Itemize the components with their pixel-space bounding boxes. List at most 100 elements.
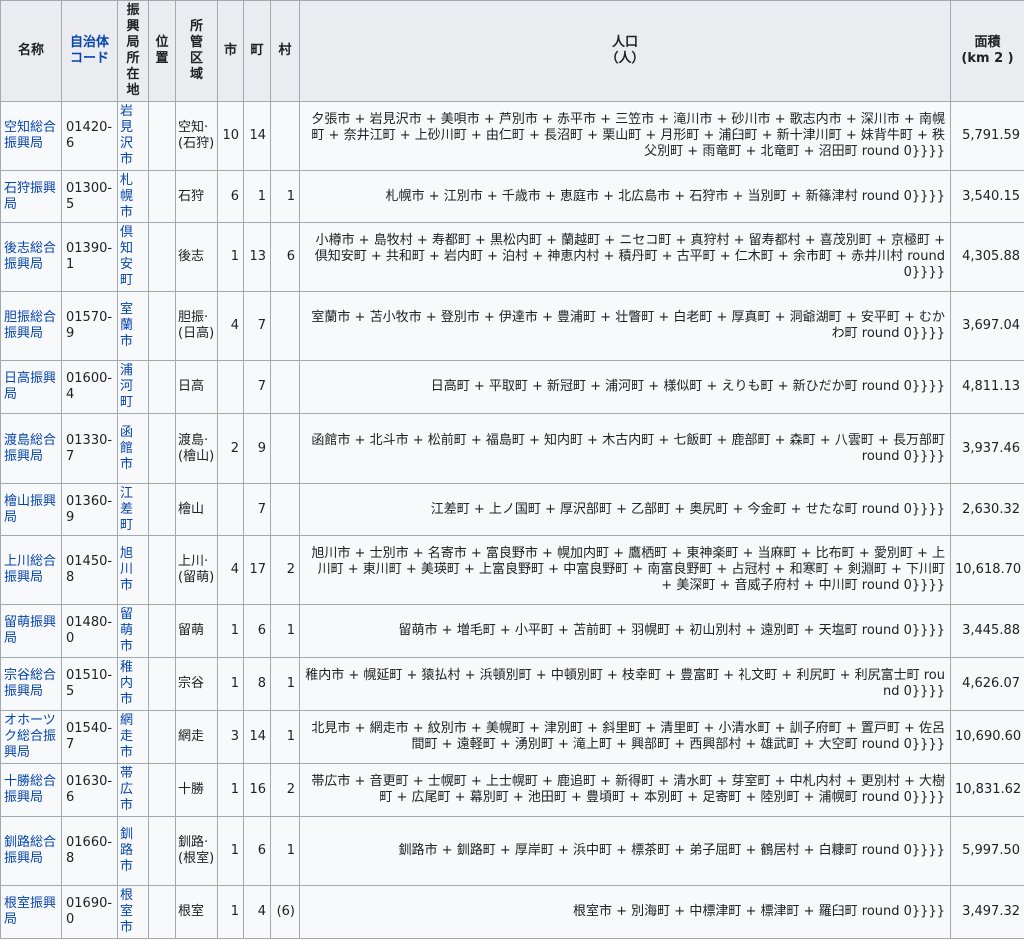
header-area[interactable]: 面積 (km 2 ): [950, 0, 1024, 102]
row-office-link[interactable]: 浦河町: [120, 363, 136, 411]
row-population: 夕張市 + 岩見沢市 + 美唄市 + 芦別市 + 赤平市 + 三笠市 + 滝川市…: [311, 112, 945, 159]
row-office-link[interactable]: 旭川市: [120, 546, 136, 594]
row-office-link[interactable]: 室蘭市: [120, 302, 136, 350]
table-row: 檜山振興局 01360-9 江差町 檜山 7 江差町 + 上ノ国町 + 厚沢部町 + 乙部…: [0, 483, 1024, 536]
row-city-count-cell: 1: [217, 816, 244, 886]
row-area: 10,690.60: [955, 729, 1022, 744]
row-name-link[interactable]: 胆振総合振興局: [4, 310, 56, 341]
row-area: 3,697.04: [962, 318, 1020, 333]
row-office-link[interactable]: 倶知安町: [120, 225, 136, 289]
row-office-cell: 岩見沢市: [117, 101, 149, 171]
row-town-count-cell: 14: [243, 710, 271, 764]
row-population: 江差町 + 上ノ国町 + 厚沢部町 + 乙部町 + 奥尻町 + 今金町 + せた…: [430, 501, 945, 517]
row-office-link[interactable]: 岩見沢市: [120, 104, 136, 168]
row-office-link[interactable]: 根室市: [120, 888, 136, 936]
row-city-count: 10: [222, 128, 239, 143]
row-region: 渡島·(檜山): [178, 432, 215, 464]
row-area-cell: 3,497.32: [950, 885, 1024, 939]
row-region-cell: 留萌: [175, 604, 218, 658]
row-name-link[interactable]: 留萌振興局: [4, 615, 56, 646]
row-village-count-cell: [270, 360, 300, 414]
row-area: 3,445.88: [962, 623, 1020, 638]
row-area: 5,997.50: [962, 843, 1020, 858]
row-city-count: 1: [230, 904, 239, 919]
row-area: 3,497.32: [962, 904, 1020, 919]
row-city-count-cell: 1: [217, 657, 244, 711]
row-name-link[interactable]: 石狩振興局: [4, 181, 56, 212]
header-code-link[interactable]: 自治体コード: [70, 35, 109, 66]
row-village-count: 1: [286, 623, 295, 638]
row-office-cell: 倶知安町: [117, 222, 149, 292]
row-region-cell: 胆振·(日高): [175, 291, 218, 361]
row-population-cell: 札幌市 + 江別市 + 千歳市 + 恵庭市 + 北広島市 + 石狩市 + 当別町…: [299, 170, 951, 223]
row-position-cell: [148, 483, 176, 536]
row-name-link[interactable]: 十勝総合振興局: [4, 774, 56, 805]
row-name-link[interactable]: 日高振興局: [4, 371, 56, 402]
row-code-cell: 01330-7: [61, 413, 118, 484]
row-population-cell: 留萌市 + 増毛町 + 小平町 + 苫前町 + 羽幌町 + 初山別村 + 遠別町…: [299, 604, 951, 658]
row-code: 01510-5: [66, 668, 113, 699]
row-office-link[interactable]: 稚内市: [120, 660, 136, 708]
header-population[interactable]: 人口 （人）: [299, 0, 951, 102]
row-code-cell: 01570-9: [61, 291, 118, 361]
row-region-cell: 網走: [175, 710, 218, 764]
row-code-cell: 01540-7: [61, 710, 118, 764]
row-code-cell: 01450-8: [61, 535, 118, 605]
row-office-link[interactable]: 江差町: [120, 486, 136, 534]
row-area: 4,305.88: [962, 249, 1020, 264]
header-name[interactable]: 名称: [0, 0, 62, 102]
row-city-count-cell: 4: [217, 291, 244, 361]
header-town[interactable]: 町: [243, 0, 271, 102]
row-town-count: 1: [257, 188, 266, 204]
header-region[interactable]: 所管区域: [175, 0, 218, 102]
row-village-count-cell: 1: [270, 604, 300, 658]
row-name-cell: 釧路総合振興局: [0, 816, 62, 886]
row-population-cell: 釧路市 + 釧路町 + 厚岸町 + 浜中町 + 標茶町 + 弟子屈町 + 鶴居村…: [299, 816, 951, 886]
row-office-link[interactable]: 帯広市: [120, 766, 136, 814]
row-town-count-cell: 16: [243, 763, 271, 817]
row-area-cell: 3,540.15: [950, 170, 1024, 223]
row-name-link[interactable]: 宗谷総合振興局: [4, 668, 56, 699]
header-village[interactable]: 村: [270, 0, 300, 102]
table-row: オホーツク総合振興局 01540-7 網走市 網走 3 14 1 北見市 + 網走市 + 紋別…: [0, 710, 1024, 764]
row-city-count-cell: [217, 483, 244, 536]
row-position-cell: [148, 170, 176, 223]
row-population-cell: 函館市 + 北斗市 + 松前町 + 福島町 + 知内町 + 木古内町 + 七飯町…: [299, 413, 951, 484]
row-code: 01450-8: [66, 554, 113, 585]
row-town-count-cell: 7: [243, 483, 271, 536]
row-population: 北見市 + 網走市 + 紋別市 + 美幌町 + 津別町 + 斜里町 + 清里町 …: [311, 721, 945, 752]
row-name-link[interactable]: 後志総合振興局: [4, 241, 56, 272]
header-office[interactable]: 振興局所在地: [117, 0, 149, 102]
row-name-link[interactable]: 釧路総合振興局: [4, 835, 56, 866]
row-population-cell: 稚内市 + 幌延町 + 猿払村 + 浜頓別町 + 中頓別町 + 枝幸町 + 豊富…: [299, 657, 951, 711]
row-town-count-cell: 6: [243, 604, 271, 658]
row-population-cell: 日高町 + 平取町 + 新冠町 + 浦河町 + 様似町 + えりも町 + 新ひだ…: [299, 360, 951, 414]
row-name-link[interactable]: 根室振興局: [4, 896, 56, 927]
row-code: 01540-7: [66, 721, 113, 752]
header-code[interactable]: 自治体コード: [61, 0, 118, 102]
row-city-count: 3: [230, 729, 239, 744]
row-city-count: 4: [230, 562, 239, 577]
header-city[interactable]: 市: [217, 0, 244, 102]
row-region-cell: 十勝: [175, 763, 218, 817]
row-population: 札幌市 + 江別市 + 千歳市 + 恵庭市 + 北広島市 + 石狩市 + 当別町…: [385, 188, 945, 204]
table-row: 胆振総合振興局 01570-9 室蘭市 胆振·(日高) 4 7 室蘭市 + 苫小牧市 + 登…: [0, 291, 1024, 361]
row-office-link[interactable]: 函館市: [120, 425, 136, 473]
row-office-link[interactable]: 釧路市: [120, 827, 136, 875]
row-population-cell: 小樽市 + 島牧村 + 寿都町 + 黒松内町 + 蘭越町 + ニセコ町 + 真狩…: [299, 222, 951, 292]
row-position-cell: [148, 535, 176, 605]
row-code-cell: 01360-9: [61, 483, 118, 536]
row-name-cell: オホーツク総合振興局: [0, 710, 62, 764]
row-name-link[interactable]: 空知総合振興局: [4, 120, 56, 151]
row-population: 留萌市 + 増毛町 + 小平町 + 苫前町 + 羽幌町 + 初山別村 + 遠別町…: [398, 623, 945, 638]
row-office-link[interactable]: 札幌市: [120, 173, 136, 221]
row-name-link[interactable]: 上川総合振興局: [4, 554, 56, 585]
row-office-link[interactable]: 網走市: [120, 713, 136, 761]
row-name-link[interactable]: 檜山振興局: [4, 494, 56, 525]
row-office-link[interactable]: 留萌市: [120, 607, 136, 655]
table-row: 十勝総合振興局 01630-6 帯広市 十勝 1 16 2 帯広市 + 音更町 + 士幌町 +…: [0, 763, 1024, 817]
row-town-count-cell: 17: [243, 535, 271, 605]
row-population: 根室市 + 別海町 + 中標津町 + 標津町 + 羅臼町 round 0}}}}: [573, 904, 945, 919]
row-name-link[interactable]: オホーツク総合振興局: [4, 713, 56, 760]
row-name-link[interactable]: 渡島総合振興局: [4, 433, 56, 464]
